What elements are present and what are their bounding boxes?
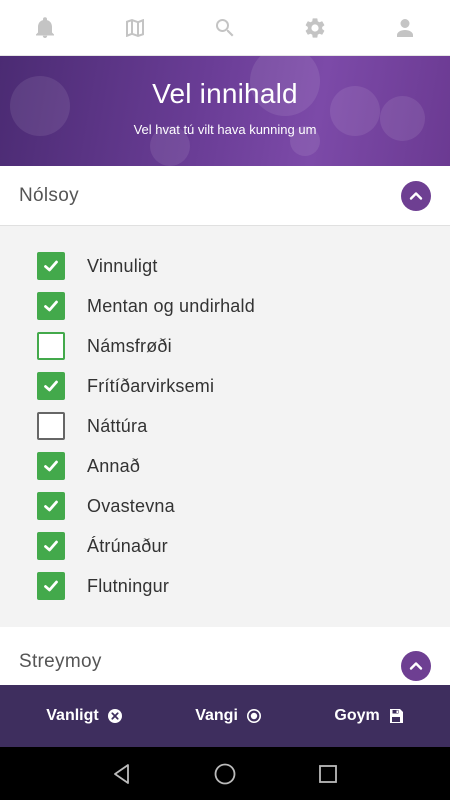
check-icon bbox=[44, 460, 58, 472]
gear-icon[interactable] bbox=[295, 8, 335, 48]
list-item[interactable]: Námsfrøði bbox=[37, 332, 172, 360]
checkbox[interactable] bbox=[37, 372, 65, 400]
check-icon bbox=[44, 380, 58, 392]
item-label: Ovastevna bbox=[87, 495, 175, 516]
close-circle-icon bbox=[107, 709, 122, 723]
check-icon bbox=[44, 580, 58, 592]
list-item[interactable]: Náttúra bbox=[37, 412, 147, 440]
category-list: Vinnuligt Mentan og undirhald Námsfrøði … bbox=[0, 227, 450, 627]
check-icon bbox=[44, 500, 58, 512]
hero-banner: Vel innihald Vel hvat tú vilt hava kunni… bbox=[0, 56, 450, 166]
item-label: Vinnuligt bbox=[87, 255, 158, 276]
list-item[interactable]: Átrúnaður bbox=[37, 532, 168, 560]
item-label: Flutningur bbox=[87, 575, 170, 596]
item-label: Frítíðarvirksemi bbox=[87, 375, 215, 396]
checkbox[interactable] bbox=[37, 412, 65, 440]
checkbox[interactable] bbox=[37, 332, 65, 360]
list-item[interactable]: Annað bbox=[37, 452, 140, 480]
section-title: Nólsoy bbox=[19, 184, 79, 206]
default-label: Vangi bbox=[195, 707, 238, 724]
system-navigation-bar bbox=[0, 747, 450, 800]
item-label: Námsfrøði bbox=[87, 335, 172, 356]
check-icon bbox=[44, 540, 58, 552]
chevron-up-icon bbox=[409, 191, 423, 200]
save-button[interactable]: Goym bbox=[334, 707, 403, 725]
section-title: Streymoy bbox=[19, 651, 102, 672]
collapse-button[interactable] bbox=[401, 180, 431, 211]
bell-icon[interactable] bbox=[25, 8, 65, 48]
top-navigation bbox=[0, 0, 450, 56]
collapse-button[interactable] bbox=[401, 651, 431, 681]
chevron-up-icon bbox=[409, 662, 423, 670]
list-item[interactable]: Frítíðarvirksemi bbox=[37, 372, 214, 400]
user-icon[interactable] bbox=[385, 8, 425, 48]
checkbox[interactable] bbox=[37, 572, 65, 600]
section-header-nolsoy[interactable]: Nólsoy bbox=[0, 166, 450, 226]
page-subtitle: Vel hvat tú vilt hava kunning um bbox=[133, 122, 317, 137]
radio-dot-icon bbox=[246, 709, 261, 723]
page-title: Vel innihald bbox=[152, 78, 298, 109]
check-icon bbox=[44, 300, 58, 312]
checkbox[interactable] bbox=[37, 452, 65, 480]
check-icon bbox=[44, 260, 58, 272]
list-item[interactable]: Mentan og undirhald bbox=[37, 292, 255, 320]
checkbox[interactable] bbox=[37, 532, 65, 560]
list-item[interactable]: Ovastevna bbox=[37, 492, 175, 520]
save-label: Goym bbox=[334, 707, 380, 724]
item-label: Náttúra bbox=[87, 415, 148, 436]
item-label: Annað bbox=[87, 455, 141, 476]
list-item[interactable]: Vinnuligt bbox=[37, 252, 158, 280]
search-icon[interactable] bbox=[205, 8, 245, 48]
checkbox[interactable] bbox=[37, 252, 65, 280]
floppy-disk-icon bbox=[389, 709, 403, 723]
list-item[interactable]: Flutningur bbox=[37, 572, 169, 600]
checkbox[interactable] bbox=[37, 292, 65, 320]
default-button[interactable]: Vangi bbox=[195, 707, 262, 725]
item-label: Átrúnaður bbox=[87, 535, 168, 556]
cancel-button[interactable]: Vanligt bbox=[46, 707, 122, 725]
cancel-label: Vanligt bbox=[46, 707, 99, 724]
recents-icon[interactable] bbox=[308, 754, 348, 794]
checkbox[interactable] bbox=[37, 492, 65, 520]
back-icon[interactable] bbox=[102, 754, 142, 794]
action-bar: Vanligt Vangi Goym bbox=[0, 685, 450, 747]
home-icon[interactable] bbox=[205, 754, 245, 794]
map-icon[interactable] bbox=[115, 8, 155, 48]
item-label: Mentan og undirhald bbox=[87, 295, 255, 316]
